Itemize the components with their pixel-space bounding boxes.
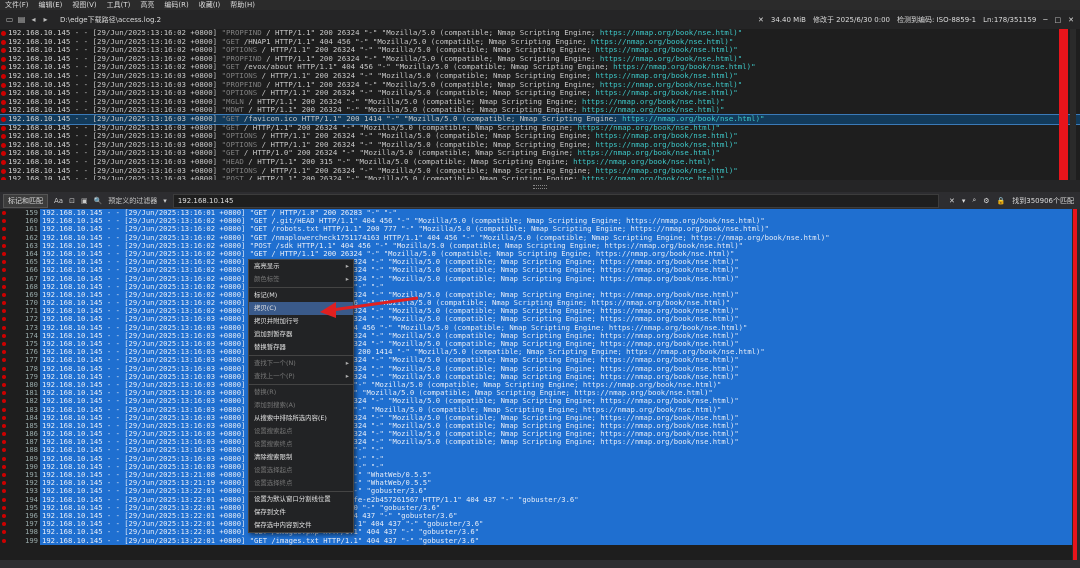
arrow-head	[320, 302, 336, 318]
annotation-arrow	[320, 296, 419, 318]
arrow-shaft	[331, 296, 419, 312]
